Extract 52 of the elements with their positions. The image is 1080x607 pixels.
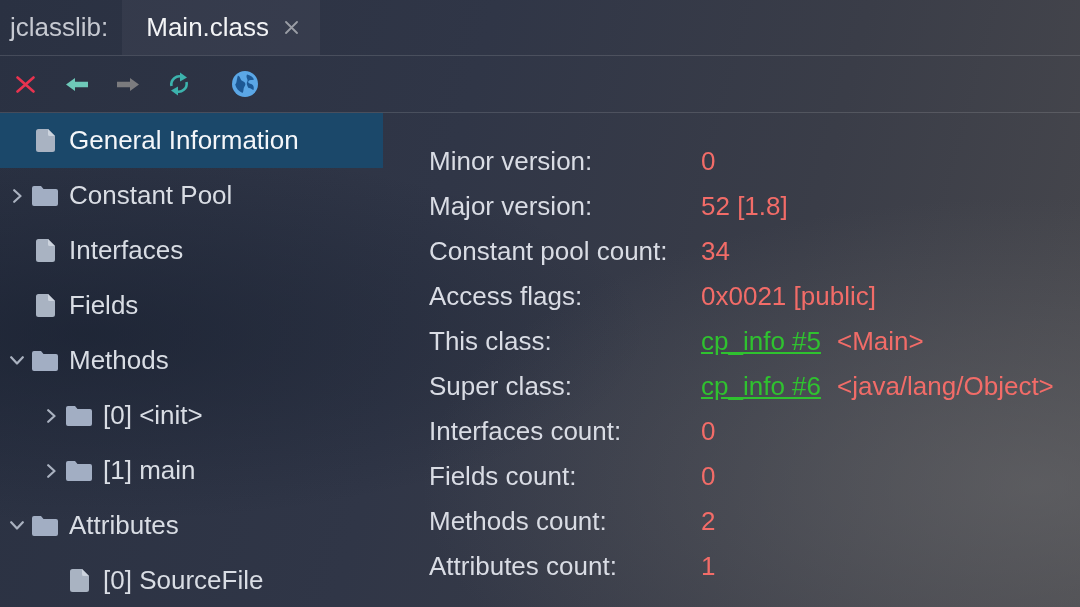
chevron-right-icon[interactable] <box>46 408 56 423</box>
field-label: Super class: <box>429 371 574 402</box>
folder-icon <box>66 405 92 426</box>
arrow-left-icon[interactable] <box>65 77 88 91</box>
close-icon[interactable] <box>285 21 299 34</box>
app-label: jclasslib: <box>10 12 109 43</box>
field-value: 0 <box>701 416 717 447</box>
constant-pool-link[interactable]: cp_info #6 <box>701 371 821 402</box>
close-icon[interactable] <box>16 75 35 93</box>
field-label: Methods count: <box>429 506 608 537</box>
field-label: Fields count: <box>429 461 578 492</box>
file-tab[interactable]: Main.class <box>122 0 321 55</box>
field-value: <Main> <box>837 326 924 357</box>
field-label: Major version: <box>429 191 594 222</box>
chevron-down-icon[interactable] <box>10 356 24 365</box>
chevron-down-icon[interactable] <box>10 521 24 530</box>
file-icon <box>69 569 89 592</box>
chevron-right-icon[interactable] <box>12 188 22 203</box>
globe-icon[interactable] <box>231 71 258 97</box>
tree-item[interactable]: [1] main <box>0 443 383 498</box>
tree-item[interactable]: Methods <box>0 333 383 388</box>
field-value: 0 <box>701 146 717 177</box>
field-value: 52 [1.8] <box>701 191 789 222</box>
tree-item[interactable]: [0] <init> <box>0 388 383 443</box>
field-label: Access flags: <box>429 281 584 312</box>
tree-item[interactable]: Interfaces <box>0 223 383 278</box>
constant-pool-link[interactable]: cp_info #5 <box>701 326 821 357</box>
refresh-icon[interactable] <box>167 72 190 96</box>
file-icon <box>35 294 55 317</box>
field-value: 0 <box>701 461 717 492</box>
tree-item[interactable]: Fields <box>0 278 383 333</box>
folder-icon <box>66 460 92 481</box>
field-label: Attributes count: <box>429 551 618 582</box>
tree-item[interactable]: General Information <box>0 113 383 168</box>
field-label: This class: <box>429 326 553 357</box>
chevron-right-icon[interactable] <box>46 463 56 478</box>
field-label: Interfaces count: <box>429 416 623 447</box>
field-label: Constant pool count: <box>429 236 669 267</box>
field-value: <java/lang/Object> <box>837 371 1054 402</box>
field-value: 0x0021 [public] <box>701 281 877 312</box>
tree-item[interactable]: Constant Pool <box>0 168 383 223</box>
tree-item[interactable]: Attributes <box>0 498 383 553</box>
folder-icon <box>32 350 58 371</box>
file-icon <box>35 129 55 152</box>
field-label: Minor version: <box>429 146 594 177</box>
file-icon <box>35 239 55 262</box>
field-value: 34 <box>701 236 731 267</box>
tree-item[interactable]: [0] SourceFile <box>0 553 383 607</box>
folder-icon <box>32 185 58 206</box>
field-value: 1 <box>701 551 717 582</box>
field-value: 2 <box>701 506 717 537</box>
folder-icon <box>32 515 58 536</box>
